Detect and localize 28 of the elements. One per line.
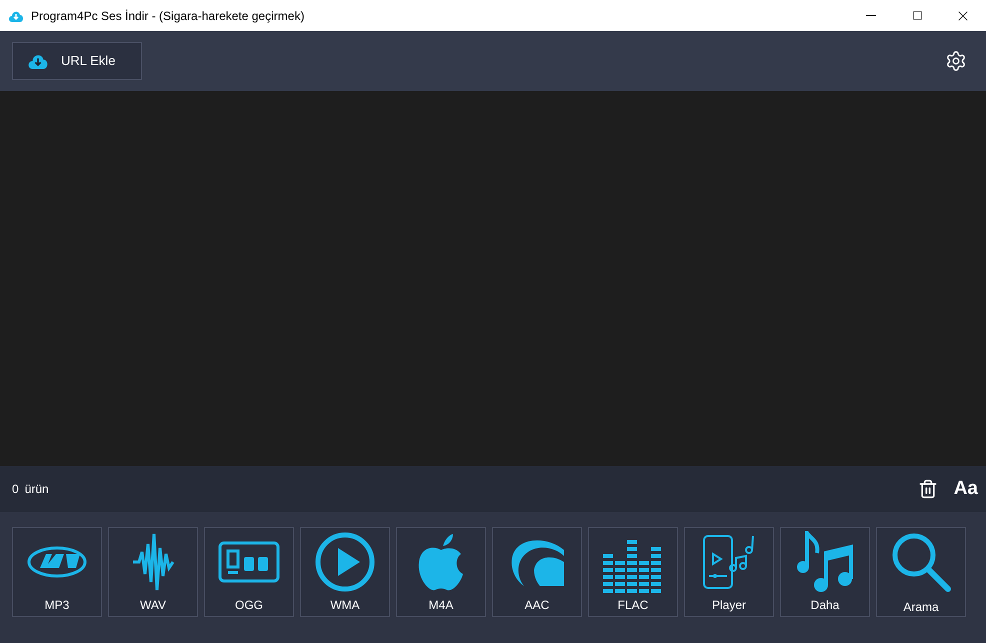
add-url-button[interactable]: URL Ekle [12,42,142,80]
format-button[interactable]: Player [684,527,774,617]
play-circle-icon [314,531,376,593]
format-button[interactable]: AAC [492,527,582,617]
settings-button[interactable] [945,50,967,72]
trash-icon [918,479,938,499]
minimize-icon [866,15,876,16]
maximize-icon [912,10,922,21]
format-button[interactable]: OGG [204,527,294,617]
waveform-icon [131,532,175,592]
font-button[interactable]: Aa [954,474,978,504]
settings-icon [945,50,967,72]
format-button[interactable]: Daha [780,527,870,617]
item-count: 0 [12,481,19,498]
delete-button[interactable] [918,479,938,499]
format-button[interactable]: M4A [396,527,486,617]
format-button[interactable]: WMA [300,527,390,617]
cloud-download-icon [27,53,49,69]
cloud-download-icon [8,10,24,22]
phone-music-icon [701,532,757,592]
format-button[interactable]: WAV [108,527,198,617]
item-count-label: ürün [24,481,49,498]
music-notes-icon [795,531,855,593]
format-button[interactable]: MP3 [12,527,102,617]
search-icon [890,531,952,593]
format-button[interactable]: Arama [876,527,966,617]
window-title: Program4Pc Ses İndir - (Sigara-harekete geçirmek) [31,8,304,24]
format-button[interactable]: FLAC [588,527,678,617]
